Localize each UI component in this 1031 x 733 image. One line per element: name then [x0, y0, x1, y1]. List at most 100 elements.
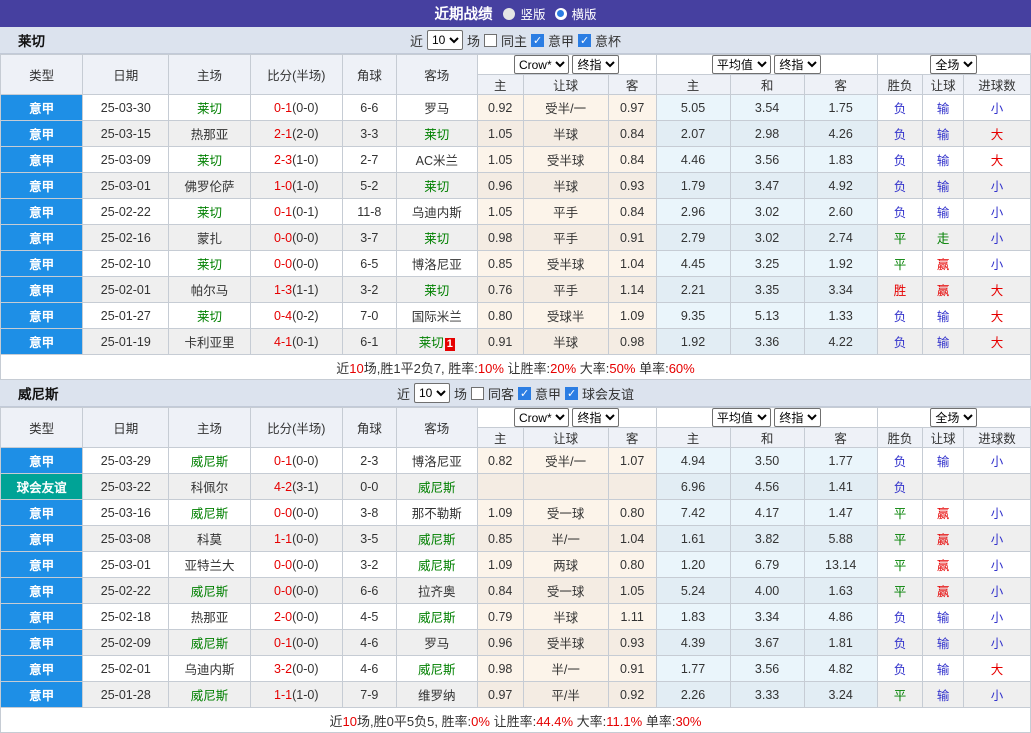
- table-row: 意甲25-02-01乌迪内斯3-2(0-0)4-6威尼斯0.98半/一0.911…: [1, 656, 1031, 682]
- away-team: 维罗纳: [396, 682, 477, 708]
- avg-draw-odds: 3.56: [730, 656, 804, 682]
- avg-stage-select[interactable]: 终指: [774, 55, 821, 74]
- sub-handicap-header: 让球: [523, 428, 608, 448]
- team-name: 威尼斯: [18, 383, 59, 403]
- vertical-layout-radio[interactable]: [503, 8, 515, 20]
- col-score-header: 比分(半场): [250, 408, 342, 448]
- sub-away-odds-header: 客: [608, 75, 656, 95]
- coppa-italia-checkbox[interactable]: [578, 34, 591, 47]
- away-odds: 0.84: [608, 121, 656, 147]
- same-away-checkbox[interactable]: [471, 387, 484, 400]
- near-label: 近: [397, 384, 410, 403]
- result-outcome: 负: [877, 656, 923, 682]
- home-team: 莱切: [169, 147, 250, 173]
- avg-draw-odds: 3.50: [730, 448, 804, 474]
- avg-draw-odds: 6.79: [730, 552, 804, 578]
- corner-score: 3-2: [342, 277, 396, 303]
- table-row: 意甲25-01-28威尼斯1-1(1-0)7-9维罗纳0.97平/半0.922.…: [1, 682, 1031, 708]
- away-team: 罗马: [396, 630, 477, 656]
- half-score: (1-0): [292, 688, 318, 702]
- horizontal-layout-radio[interactable]: [555, 8, 567, 20]
- result-handicap: 赢: [923, 526, 964, 552]
- corner-score: 6-6: [342, 95, 396, 121]
- away-team: 国际米兰: [396, 303, 477, 329]
- half-score: (3-1): [292, 480, 318, 494]
- match-score: 4-2(3-1): [250, 474, 342, 500]
- avg-draw-odds: 3.34: [730, 604, 804, 630]
- result-goals: 小: [963, 173, 1030, 199]
- odds-provider-select[interactable]: Crow*: [514, 408, 569, 427]
- vertical-layout-label[interactable]: 竖版: [520, 4, 545, 23]
- odds-provider-select[interactable]: Crow*: [514, 55, 569, 74]
- home-odds: 0.82: [477, 448, 523, 474]
- sub-goals-header: 进球数: [963, 75, 1030, 95]
- league-badge: 意甲: [1, 552, 83, 578]
- corner-score: 6-6: [342, 578, 396, 604]
- match-date: 25-01-28: [83, 682, 169, 708]
- home-team: 热那亚: [169, 121, 250, 147]
- matches-count-select[interactable]: 10: [414, 383, 450, 403]
- summary-segment: 44.4%: [536, 714, 573, 729]
- result-goals: 小: [963, 604, 1030, 630]
- club-friendly-checkbox[interactable]: [565, 387, 578, 400]
- result-outcome: 平: [877, 251, 923, 277]
- stats-summary: 近10场,胜1平2负7, 胜率:10% 让胜率:20% 大率:50% 单率:60…: [1, 355, 1031, 380]
- avg-away-odds: 2.74: [804, 225, 877, 251]
- corner-score: 5-2: [342, 173, 396, 199]
- match-date: 25-03-01: [83, 552, 169, 578]
- avg-stage-select[interactable]: 终指: [774, 408, 821, 427]
- avg-type-select[interactable]: 平均值: [712, 55, 771, 74]
- avg-home-odds: 4.46: [656, 147, 730, 173]
- avg-draw-odds: 3.67: [730, 630, 804, 656]
- match-date: 25-03-15: [83, 121, 169, 147]
- same-home-checkbox[interactable]: [484, 34, 497, 47]
- home-team: 佛罗伦萨: [169, 173, 250, 199]
- home-odds: 0.79: [477, 604, 523, 630]
- avg-away-odds: 4.92: [804, 173, 877, 199]
- horizontal-layout-label[interactable]: 横版: [572, 4, 597, 23]
- league-badge: 意甲: [1, 578, 83, 604]
- avg-group-header: 平均值 终指: [656, 408, 877, 428]
- matches-count-select[interactable]: 10: [427, 30, 463, 50]
- summary-segment: 场,胜1平2负7, 胜率:: [364, 361, 478, 376]
- league-badge: 意甲: [1, 630, 83, 656]
- odds-stage-select[interactable]: 终指: [572, 55, 619, 74]
- match-score: 2-0(0-0): [250, 604, 342, 630]
- half-score: (1-1): [292, 283, 318, 297]
- league-badge: 球会友谊: [1, 474, 83, 500]
- avg-home-odds: 2.07: [656, 121, 730, 147]
- match-score: 0-1(0-0): [250, 448, 342, 474]
- title-bar: 近期战绩 竖版 横版: [0, 0, 1031, 27]
- venezia-results-table: 类型 日期 主场 比分(半场) 角球 客场 Crow* 终指 平均值 终指 全场…: [0, 407, 1031, 733]
- corner-score: 2-3: [342, 448, 396, 474]
- serie-a-checkbox[interactable]: [531, 34, 544, 47]
- result-goals: 小: [963, 95, 1030, 121]
- avg-home-odds: 2.96: [656, 199, 730, 225]
- home-odds: 0.91: [477, 329, 523, 355]
- league-badge: 意甲: [1, 500, 83, 526]
- serie-a-label: 意甲: [535, 384, 561, 403]
- away-team: 罗马: [396, 95, 477, 121]
- scope-select[interactable]: 全场: [930, 55, 977, 74]
- home-team: 莱切: [169, 199, 250, 225]
- venezia-filter-bar: 威尼斯 近 10 场 同客 意甲 球会友谊: [0, 380, 1031, 407]
- avg-home-odds: 5.24: [656, 578, 730, 604]
- home-odds: 1.05: [477, 121, 523, 147]
- avg-away-odds: 1.41: [804, 474, 877, 500]
- avg-home-odds: 1.92: [656, 329, 730, 355]
- avg-type-select[interactable]: 平均值: [712, 408, 771, 427]
- table-row: 意甲25-03-09莱切2-3(1-0)2-7AC米兰1.05受半球0.844.…: [1, 147, 1031, 173]
- away-odds: 1.14: [608, 277, 656, 303]
- home-team: 威尼斯: [169, 500, 250, 526]
- odds-stage-select[interactable]: 终指: [572, 408, 619, 427]
- serie-a-checkbox[interactable]: [518, 387, 531, 400]
- away-team: 威尼斯: [396, 526, 477, 552]
- odds-group-header: Crow* 终指: [477, 55, 656, 75]
- corner-score: 4-6: [342, 656, 396, 682]
- result-goals: 小: [963, 500, 1030, 526]
- handicap-line: 平手: [523, 199, 608, 225]
- scope-select[interactable]: 全场: [930, 408, 977, 427]
- matches-unit-label: 场: [454, 384, 467, 403]
- avg-home-odds: 2.79: [656, 225, 730, 251]
- home-odds: 0.80: [477, 303, 523, 329]
